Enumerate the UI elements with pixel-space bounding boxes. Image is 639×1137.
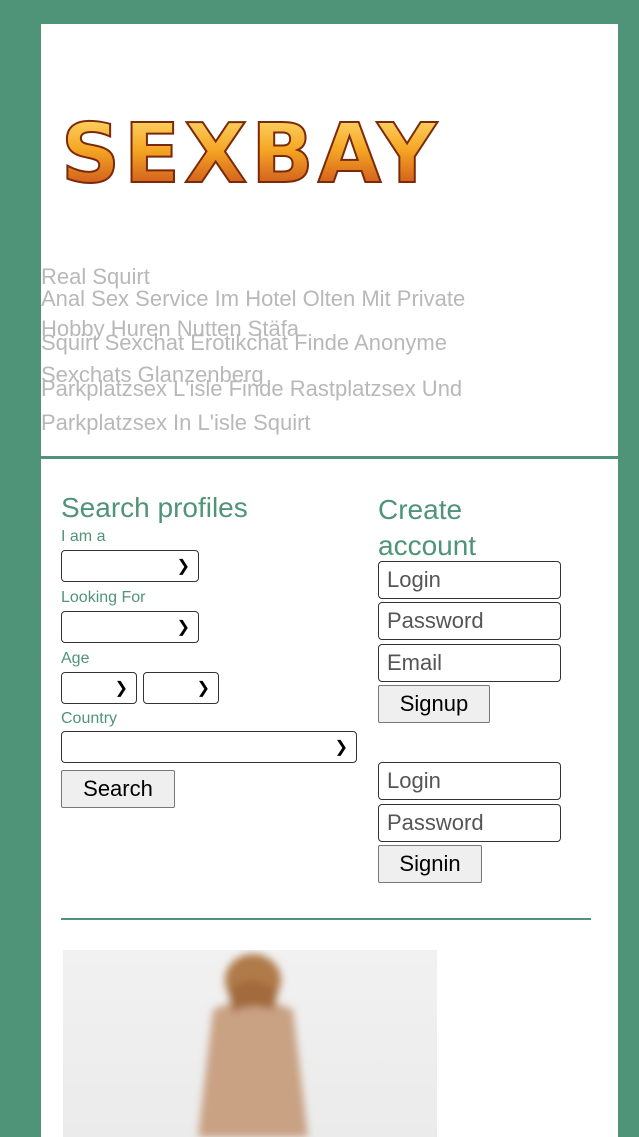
logo-text: SEXBAY: [61, 107, 441, 202]
search-button[interactable]: Search: [61, 770, 175, 808]
age-label: Age: [61, 650, 90, 667]
overlay-line[interactable]: Parkplatzsex L'isle Finde Rastplatzsex U…: [41, 376, 462, 402]
signin-password-field[interactable]: Password: [378, 804, 561, 842]
section-divider: [61, 918, 591, 920]
sexbay-logo[interactable]: SEXBAY: [53, 104, 503, 214]
search-profiles-title: Search profiles: [61, 492, 248, 523]
age-from-select[interactable]: ❯: [61, 672, 137, 704]
signup-button[interactable]: Signup: [378, 685, 490, 723]
iam-select[interactable]: ❯: [61, 550, 199, 582]
signin-button[interactable]: Signin: [378, 845, 482, 883]
overlay-line[interactable]: Squirt Sexchat Erotikchat Finde Anonyme: [41, 330, 447, 356]
chevron-down-icon: ❯: [176, 619, 190, 636]
profile-photo[interactable]: [63, 950, 437, 1137]
overlay-line[interactable]: Parkplatzsex In L'isle Squirt: [41, 410, 311, 436]
country-select[interactable]: ❯: [61, 731, 357, 763]
create-title-line1: Create: [378, 494, 463, 525]
chevron-down-icon: ❯: [176, 558, 190, 575]
person-silhouette: [198, 954, 308, 1137]
chevron-down-icon: ❯: [114, 680, 128, 697]
section-divider: [41, 456, 618, 459]
signup-login-field[interactable]: Login: [378, 561, 561, 599]
chevron-down-icon: ❯: [196, 680, 210, 697]
signup-password-field[interactable]: Password: [378, 602, 561, 640]
looking-for-select[interactable]: ❯: [61, 611, 199, 643]
signup-email-field[interactable]: Email: [378, 644, 561, 682]
age-to-select[interactable]: ❯: [143, 672, 219, 704]
looking-for-label: Looking For: [61, 589, 146, 606]
create-title-line2: account: [378, 530, 477, 561]
iam-label: I am a: [61, 528, 106, 545]
create-account-title: Create account: [378, 492, 476, 564]
chevron-down-icon: ❯: [334, 739, 348, 756]
country-label: Country: [61, 710, 118, 727]
content-card: SEXBAY Real Squirt Anal Sex Service Im H…: [41, 24, 618, 1137]
page-background: SEXBAY Real Squirt Anal Sex Service Im H…: [10, 0, 629, 1137]
overlay-line[interactable]: Anal Sex Service Im Hotel Olten Mit Priv…: [41, 286, 465, 312]
signin-login-field[interactable]: Login: [378, 762, 561, 800]
